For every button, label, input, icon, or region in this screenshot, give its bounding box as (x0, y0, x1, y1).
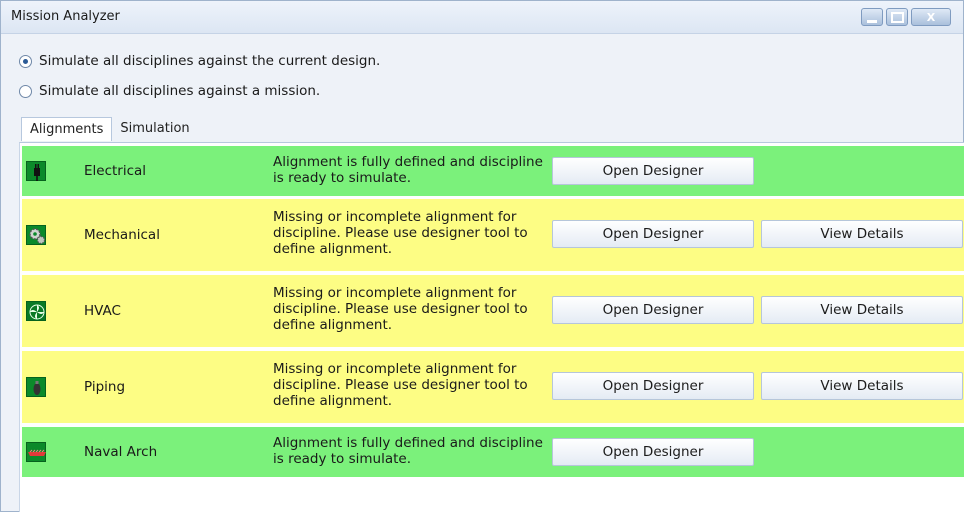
discipline-name: Mechanical (84, 227, 160, 243)
view-details-button[interactable]: View Details (761, 220, 963, 248)
title-bar: Mission Analyzer X (1, 1, 963, 34)
discipline-name: Electrical (84, 163, 147, 179)
discipline-status: Alignment is fully defined and disciplin… (273, 154, 543, 186)
discipline-row-hvac: HVAC Missing or incomplete alignment for… (22, 275, 964, 347)
discipline-status: Missing or incomplete alignment for disc… (273, 209, 528, 257)
valve-icon (26, 377, 46, 397)
close-button[interactable]: X (911, 8, 951, 26)
view-details-button[interactable]: View Details (761, 372, 963, 400)
open-designer-button[interactable]: Open Designer (552, 296, 754, 324)
option-mission[interactable]: Simulate all disciplines against a missi… (19, 83, 320, 99)
discipline-status: Alignment is fully defined and disciplin… (273, 435, 543, 467)
view-details-button[interactable]: View Details (761, 296, 963, 324)
gears-icon (26, 225, 46, 245)
mission-analyzer-window: Mission Analyzer X Simulate all discipli… (0, 0, 964, 512)
discipline-row-electrical: Electrical Alignment is fully defined an… (22, 146, 964, 196)
tab-simulation[interactable]: Simulation (112, 117, 197, 143)
radio-mission[interactable] (19, 84, 32, 98)
maximize-icon (890, 12, 904, 23)
discipline-name: Piping (84, 379, 126, 395)
maximize-button[interactable] (886, 8, 908, 26)
minimize-button[interactable] (861, 8, 883, 26)
open-designer-button[interactable]: Open Designer (552, 372, 754, 400)
fan-icon (26, 301, 46, 321)
tab-strip: Alignments Simulation (21, 117, 198, 143)
plug-icon (26, 161, 46, 181)
discipline-row-naval-arch: Naval Arch Alignment is fully defined an… (22, 427, 964, 477)
minimize-icon (867, 20, 877, 23)
window-title: Mission Analyzer (11, 9, 120, 24)
radio-current-design[interactable] (19, 54, 32, 68)
discipline-name: Naval Arch (84, 444, 158, 460)
discipline-name: HVAC (84, 303, 121, 319)
window-controls: X (861, 8, 951, 26)
option-mission-label: Simulate all disciplines against a missi… (39, 83, 321, 99)
discipline-status: Missing or incomplete alignment for disc… (273, 361, 528, 409)
hull-icon (26, 442, 46, 462)
discipline-row-mechanical: Mechanical Missing or incomplete alignme… (22, 199, 964, 271)
option-current-design[interactable]: Simulate all disciplines against the cur… (19, 53, 380, 69)
discipline-row-piping: Piping Missing or incomplete alignment f… (22, 351, 964, 423)
alignments-panel: Electrical Alignment is fully defined an… (19, 142, 964, 512)
open-designer-button[interactable]: Open Designer (552, 220, 754, 248)
open-designer-button[interactable]: Open Designer (552, 438, 754, 466)
open-designer-button[interactable]: Open Designer (552, 157, 754, 185)
option-current-design-label: Simulate all disciplines against the cur… (39, 53, 381, 69)
tab-alignments[interactable]: Alignments (21, 117, 113, 141)
discipline-status: Missing or incomplete alignment for disc… (273, 285, 528, 333)
